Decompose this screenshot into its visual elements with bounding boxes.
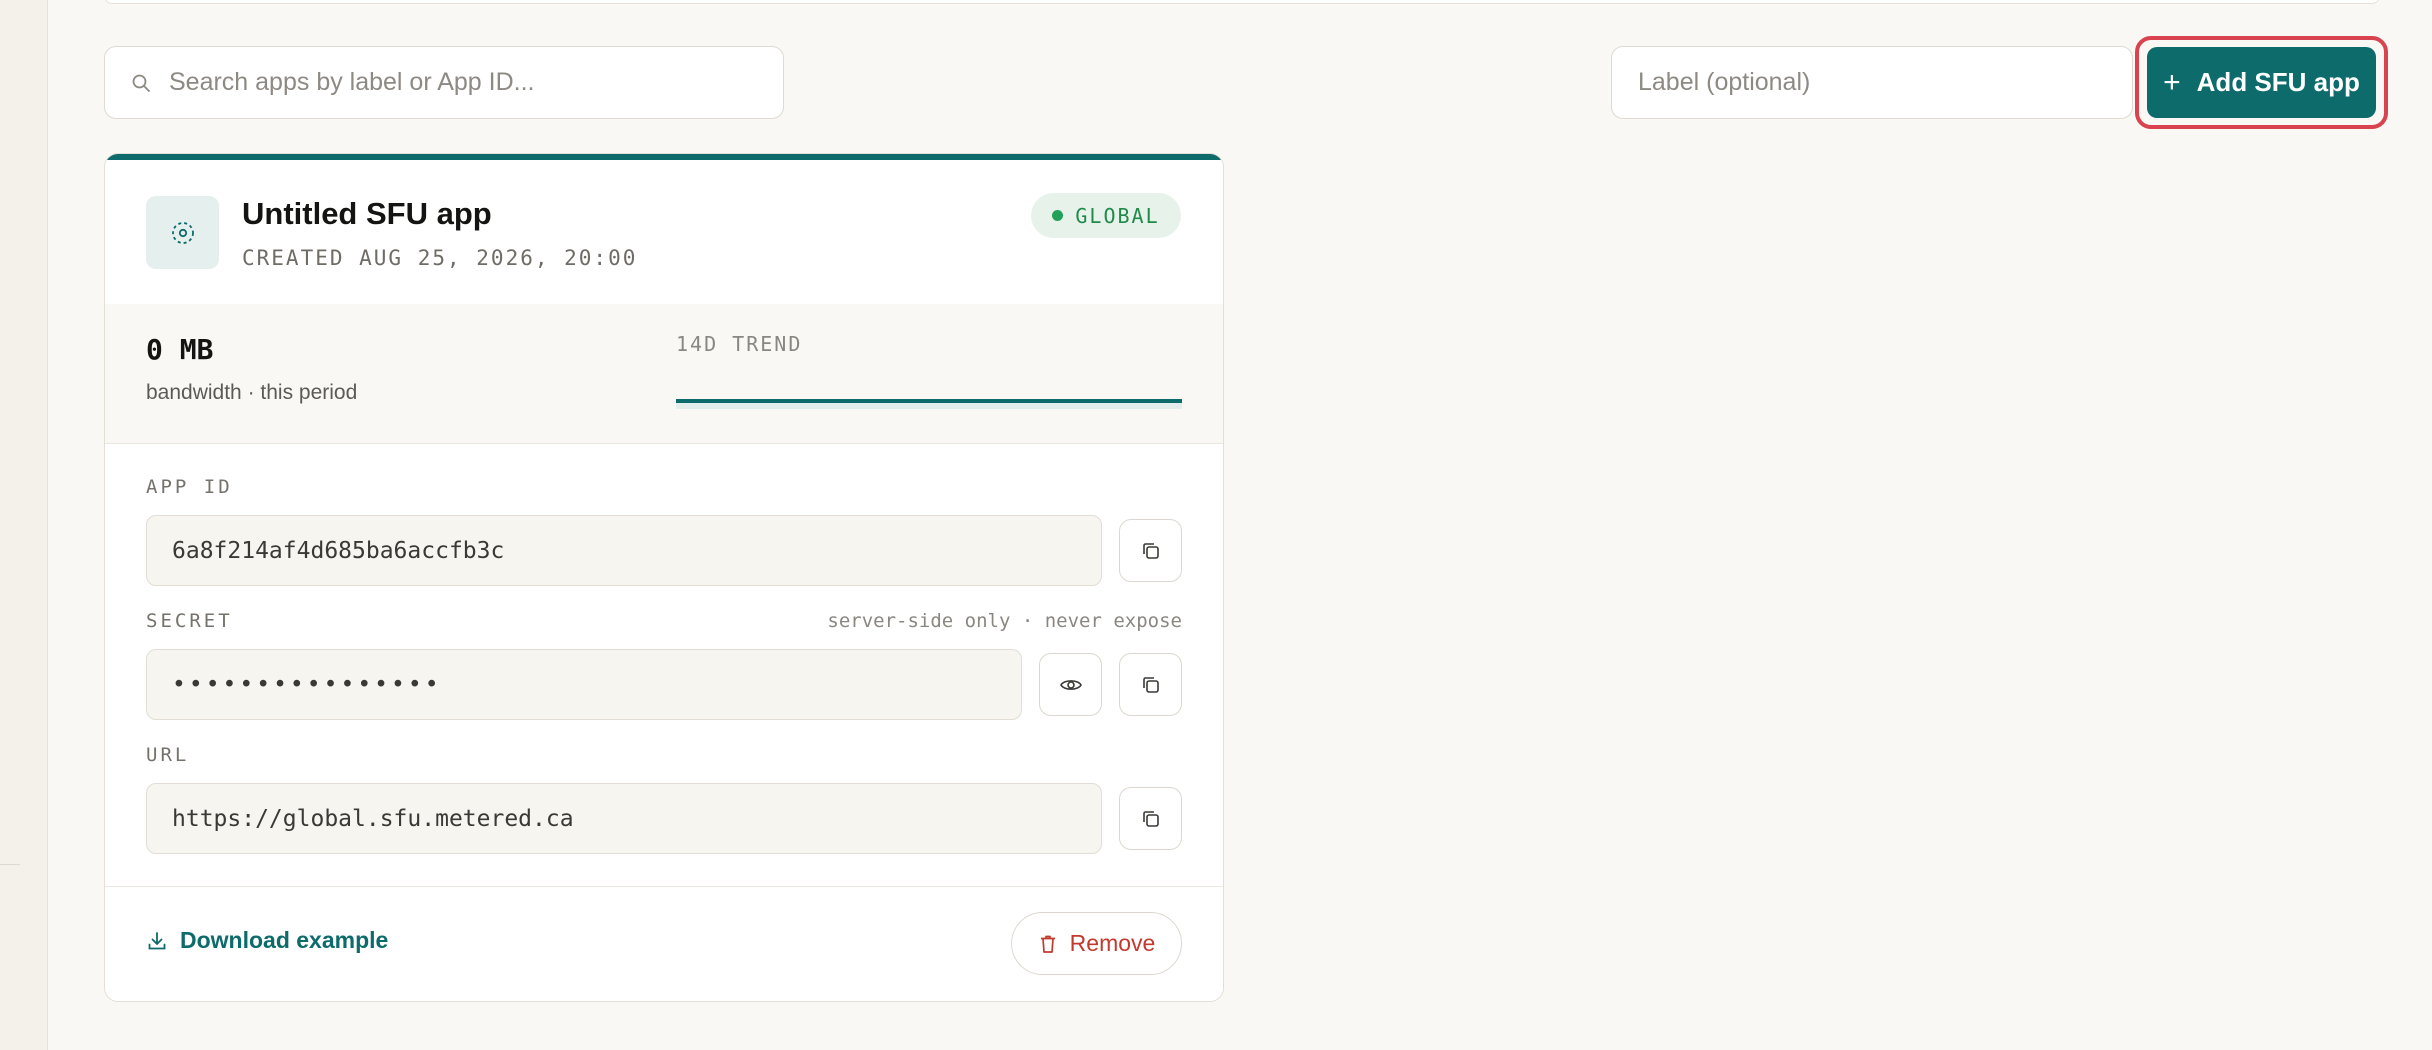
search-input[interactable] [169,68,749,97]
remove-label: Remove [1069,930,1156,956]
eye-icon [1059,679,1082,690]
region-badge-label: GLOBAL [1075,203,1160,228]
app-created-date: CREATED AUG 25, 2026, 20:00 [242,246,638,270]
app-title: Untitled SFU app [242,196,492,231]
download-icon [148,931,166,949]
url-label: URL [146,744,190,766]
copy-url-button[interactable] [1119,787,1182,850]
label-input[interactable] [1638,68,2108,97]
left-sidebar [0,0,48,1050]
remove-app-button[interactable]: Remove [1011,912,1182,975]
copy-app-id-button[interactable] [1119,519,1182,582]
trend-sparkline-fill [676,403,1182,409]
copy-secret-button[interactable] [1119,653,1182,716]
app-id-field[interactable]: 6a8f214af4d685ba6accfb3c [146,515,1102,586]
top-panel-edge [104,0,2380,4]
download-example-link[interactable]: Download example [146,927,388,954]
add-button-label: Add SFU app [2196,67,2360,97]
label-field[interactable] [1611,46,2133,119]
secret-hint: server-side only · never expose [827,610,1182,632]
url-field[interactable]: https://global.sfu.metered.ca [146,783,1102,854]
copy-icon [1142,542,1159,559]
download-example-label: Download example [180,927,389,953]
reveal-secret-button[interactable] [1039,653,1102,716]
region-badge: GLOBAL [1031,193,1181,238]
bandwidth-caption: bandwidth · this period [146,381,358,404]
app-avatar [146,196,219,269]
usage-panel: 0 MB bandwidth · this period 14D TREND [105,304,1223,444]
status-dot-icon [1052,210,1064,221]
search-icon [132,74,150,92]
app-card: Untitled SFU app CREATED AUG 25, 2026, 2… [104,153,1224,1002]
trash-icon [1040,935,1055,953]
app-id-label: APP ID [146,476,233,498]
sidebar-divider [0,864,20,865]
broadcast-icon [171,221,194,244]
bandwidth-value: 0 MB [146,333,214,366]
add-sfu-app-button[interactable]: + Add SFU app [2147,47,2376,118]
secret-field[interactable]: •••••••••••••••• [146,649,1022,720]
secret-label: SECRET [146,610,233,632]
search-field[interactable] [104,46,784,119]
card-footer-divider [105,886,1223,887]
copy-icon [1142,810,1159,827]
copy-icon [1142,676,1159,693]
trend-label: 14D TREND [676,332,803,356]
card-accent-bar [105,154,1223,160]
plus-icon: + [2163,65,2181,99]
